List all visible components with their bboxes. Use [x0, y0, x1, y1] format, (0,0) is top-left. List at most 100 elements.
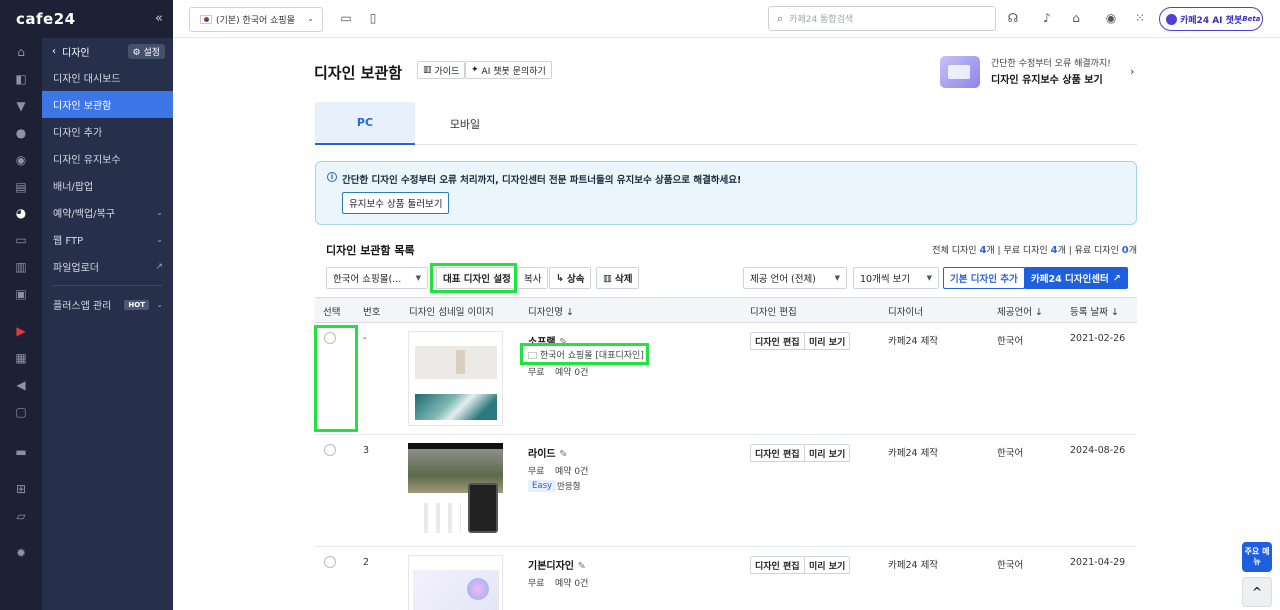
home-icon[interactable]: ⌂	[13, 44, 29, 60]
edit-design-button[interactable]: 디자인 편집	[750, 332, 805, 350]
design-name[interactable]: 라이드 ✎	[528, 445, 567, 460]
ai-chat-button[interactable]: ✦ AI 챗봇 문의하기	[465, 61, 552, 79]
sidebar-item-banner-popup[interactable]: 배너/팝업	[42, 172, 173, 199]
logo[interactable]: cafe24	[16, 10, 76, 28]
design-thumbnail[interactable]	[408, 555, 503, 610]
designer: 카페24 제작	[888, 336, 939, 347]
store-icon[interactable]: ⌂	[1069, 11, 1083, 25]
settings-button[interactable]: ⚙ 설정	[127, 44, 165, 59]
chat-icon[interactable]: ◉	[13, 152, 29, 168]
design-name[interactable]: 기본디자인 ✎	[528, 557, 586, 572]
tab-pc[interactable]: PC	[315, 102, 415, 145]
youtube-icon[interactable]: ▶	[13, 323, 29, 339]
search-placeholder: 카페24 통합검색	[789, 15, 854, 25]
shirt-icon[interactable]: ▼	[13, 98, 29, 114]
shop-filter-select[interactable]: 한국어 쇼핑몰(... ▼	[326, 267, 428, 289]
megaphone-icon[interactable]: ◀	[13, 377, 29, 393]
pencil-icon[interactable]: ✎	[559, 449, 567, 460]
back-chevron-icon[interactable]: ‹	[52, 46, 56, 57]
delete-button[interactable]: ▥ 삭제	[596, 267, 640, 289]
browse-maintenance-button[interactable]: 유지보수 상품 둘러보기	[342, 192, 450, 214]
store-icon[interactable]: ▦	[13, 350, 29, 366]
promo-line2: 디자인 유지보수 상품 보기	[991, 75, 1103, 86]
easy-badge: Easy	[528, 480, 557, 492]
folder-icon[interactable]: ▱	[13, 508, 29, 524]
cart-icon[interactable]: ◧	[13, 71, 29, 87]
preview-button[interactable]: 미리 보기	[804, 556, 851, 574]
add-basic-design-button[interactable]: 기본 디자인 추가	[943, 267, 1025, 289]
sidebar-item-file-uploader[interactable]: 파일업로더 ↗	[42, 253, 173, 280]
language: 한국어	[997, 560, 1024, 571]
scroll-top-button[interactable]: ^	[1242, 577, 1272, 607]
edit-design-button[interactable]: 디자인 편집	[750, 556, 805, 574]
sidebar-item-backup[interactable]: 예약/백업/복구 ⌄	[42, 199, 173, 226]
headset-icon[interactable]: ☊	[1006, 11, 1020, 25]
col-language-label: 제공언어	[997, 307, 1032, 318]
chevron-down-icon: ▼	[926, 274, 932, 282]
main-menu-button[interactable]: 주요 메뉴	[1242, 542, 1272, 572]
design-submenu: ‹ 디자인 ⚙ 설정 디자인 대시보드 디자인 보관함 디자인 추가 디자인 유…	[42, 38, 173, 610]
maintenance-promo[interactable]: 간단한 수정부터 오류 해결까지! 디자인 유지보수 상품 보기 ›	[940, 54, 1140, 90]
palette-icon[interactable]: ◕	[13, 205, 29, 221]
divider	[52, 285, 163, 286]
per-page-value: 10개씩 보기	[860, 274, 911, 285]
desktop-icon[interactable]: ▭	[339, 11, 353, 25]
truck-icon[interactable]: ▬	[13, 444, 29, 460]
collapse-sidebar-icon[interactable]: «	[155, 11, 163, 26]
row-number: 2	[363, 557, 370, 568]
edit-design-button[interactable]: 디자인 편집	[750, 444, 805, 462]
box-icon[interactable]: ▢	[13, 404, 29, 420]
col-date[interactable]: 등록 날짜 ↓	[1070, 304, 1119, 318]
promo-icon[interactable]: ▭	[13, 232, 29, 248]
sidebar-item-web-ftp[interactable]: 웹 FTP ⌄	[42, 226, 173, 253]
sidebar-item-plus-app[interactable]: 플러스앱 관리 HOT ⌄	[42, 291, 173, 318]
submenu-header[interactable]: ‹ 디자인 ⚙ 설정	[42, 38, 173, 64]
count-unit: 개	[1057, 246, 1066, 256]
search-input[interactable]: ⌕ 카페24 통합검색	[768, 6, 996, 31]
design-thumbnail[interactable]	[408, 331, 503, 426]
ai-chatbot-button[interactable]: 카페24 AI 챗봇 Beta	[1159, 7, 1263, 31]
guide-button[interactable]: ▥ 가이드	[417, 61, 466, 79]
select-radio[interactable]	[324, 556, 336, 568]
chevron-up-icon: ^	[1251, 585, 1263, 599]
col-name-label: 디자인명	[528, 307, 563, 318]
thumb-marble	[415, 394, 497, 420]
gear-icon[interactable]: ✹	[13, 545, 29, 561]
sidebar-item-add-design[interactable]: 디자인 추가	[42, 118, 173, 145]
chevron-down-icon: ▼	[834, 274, 840, 282]
account-icon[interactable]: ◉	[1104, 11, 1118, 25]
sidebar-item-design-storage[interactable]: 디자인 보관함	[42, 91, 173, 118]
design-price: 무료	[528, 467, 545, 477]
external-link-icon: ↗	[155, 261, 163, 272]
board-icon[interactable]: ▤	[13, 179, 29, 195]
copy-button[interactable]: 복사	[517, 267, 549, 289]
register-date: 2021-02-26	[1070, 333, 1126, 344]
mobile-icon[interactable]: ▯	[366, 11, 380, 25]
chart-icon[interactable]: ▥	[13, 259, 29, 275]
col-name[interactable]: 디자인명 ↓	[528, 304, 574, 318]
preview-button[interactable]: 미리 보기	[804, 444, 851, 462]
apps-icon[interactable]: ⊞	[13, 481, 29, 497]
select-radio[interactable]	[324, 444, 336, 456]
sidebar-item-maintenance[interactable]: 디자인 유지보수	[42, 145, 173, 172]
col-language[interactable]: 제공언어 ↓	[997, 304, 1043, 318]
inherit-button[interactable]: ↳ 상속	[549, 267, 592, 289]
col-designer: 디자이너	[888, 307, 923, 318]
language-filter-select[interactable]: 제공 언어 (전체) ▼	[743, 267, 847, 289]
design-thumbnail[interactable]	[408, 443, 503, 540]
chevron-down-icon: ⌄	[156, 235, 163, 244]
pencil-icon[interactable]: ✎	[577, 561, 585, 572]
register-date: 2024-08-26	[1070, 445, 1126, 456]
sidebar-item-dashboard[interactable]: 디자인 대시보드	[42, 64, 173, 91]
shop-select[interactable]: (기본) 한국어 쇼핑몰 ⌄	[189, 7, 323, 32]
design-price: 무료	[528, 368, 545, 378]
design-center-button[interactable]: 카페24 디자인센터 ↗	[1024, 267, 1128, 289]
tab-mobile[interactable]: 모바일	[415, 102, 515, 145]
excel-icon[interactable]: ▣	[13, 286, 29, 302]
settings-label: 설정	[143, 48, 160, 58]
per-page-select[interactable]: 10개씩 보기 ▼	[853, 267, 939, 289]
preview-button[interactable]: 미리 보기	[804, 332, 851, 350]
user-icon[interactable]: ●	[13, 125, 29, 141]
bell-icon[interactable]: ♪	[1040, 11, 1054, 25]
apps-grid-icon[interactable]: ⁙	[1133, 11, 1147, 25]
